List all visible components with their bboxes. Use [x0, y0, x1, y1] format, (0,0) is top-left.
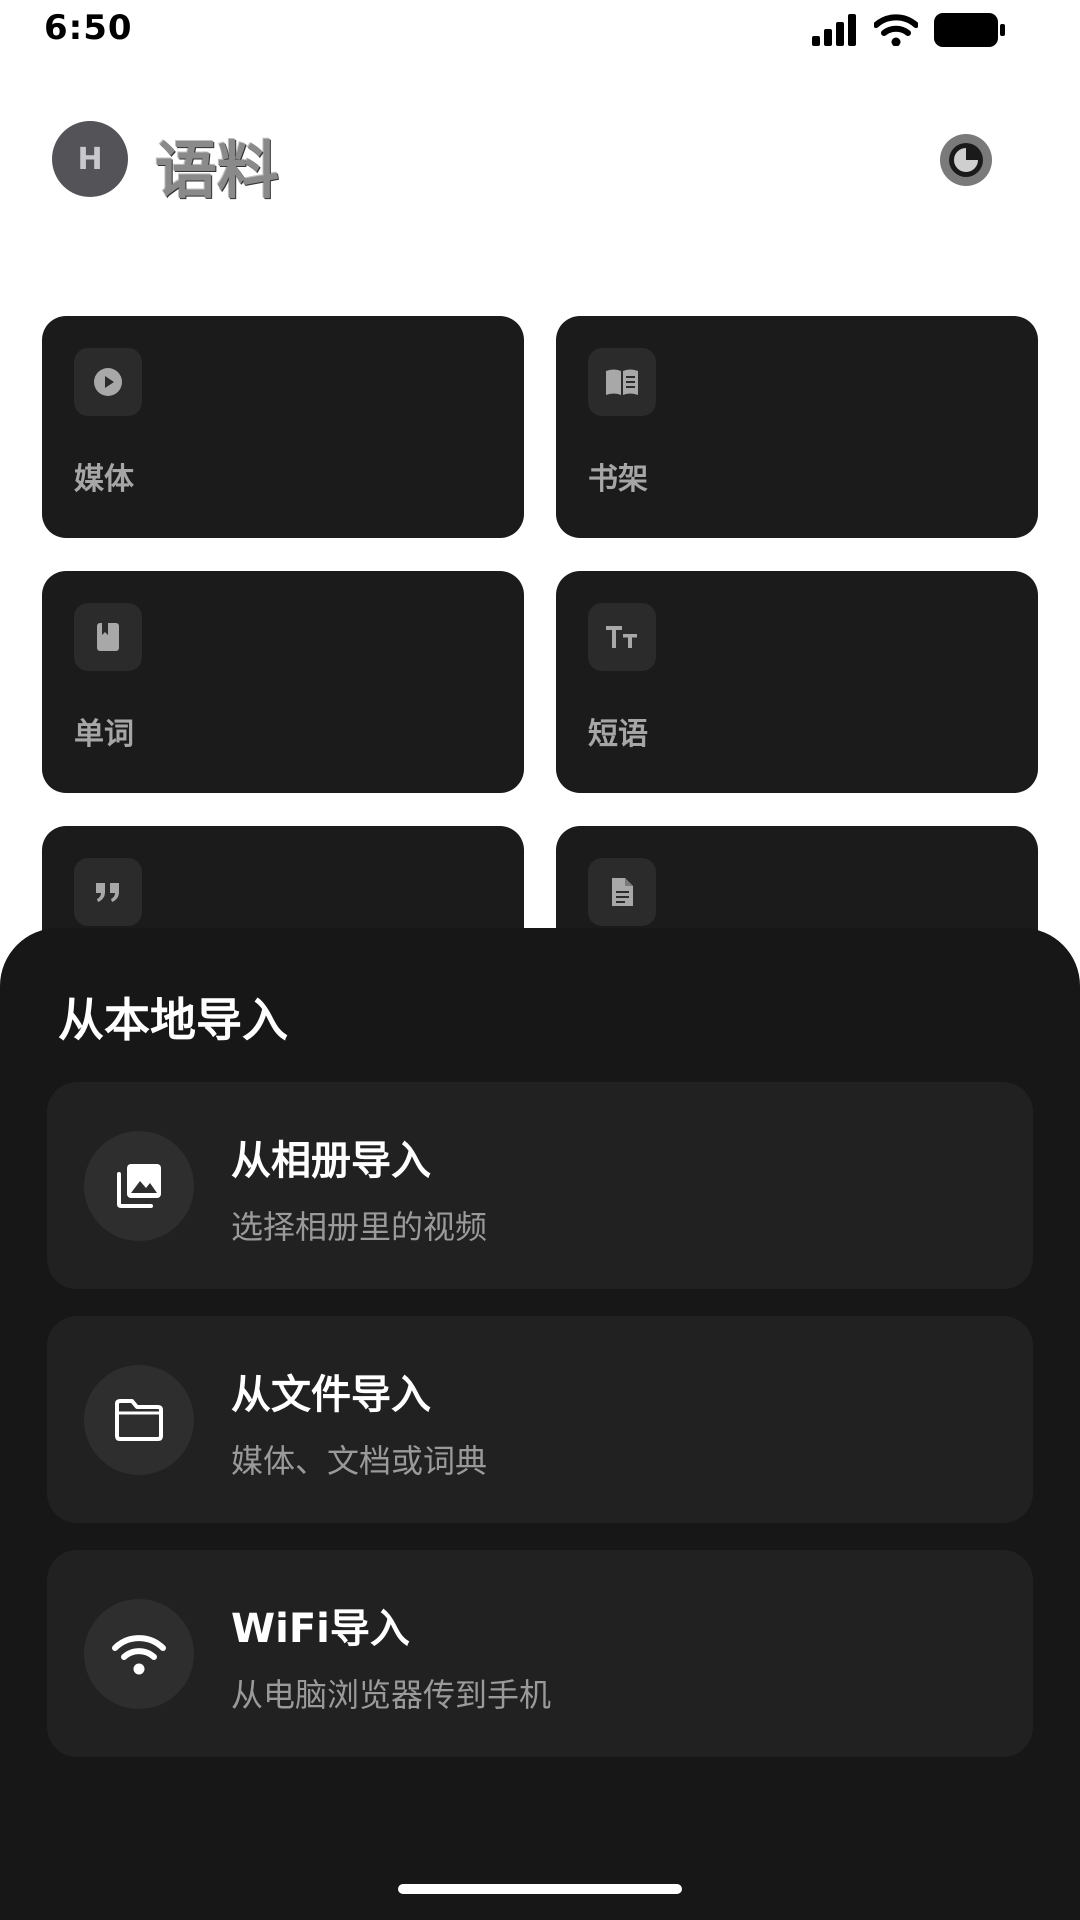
- card-label: 媒体: [74, 462, 134, 497]
- card-label: 书架: [588, 462, 648, 497]
- sheet-title: 从本地导入: [58, 993, 288, 1047]
- status-time: 6:50: [44, 8, 133, 48]
- option-title: 从相册导入: [231, 1138, 431, 1184]
- import-from-album-button[interactable]: 从相册导入 选择相册里的视频: [47, 1082, 1033, 1289]
- card-icon-box: [74, 858, 142, 926]
- option-title: 从文件导入: [231, 1372, 431, 1418]
- option-subtitle: 选择相册里的视频: [231, 1208, 488, 1246]
- status-bar: 6:50: [0, 0, 1080, 60]
- wifi-icon: [112, 1635, 166, 1675]
- card-words[interactable]: 单词: [42, 571, 524, 793]
- status-icons: [812, 12, 1006, 48]
- photo-library-icon: [117, 1164, 161, 1208]
- card-label: 单词: [74, 717, 134, 752]
- card-phrases[interactable]: 短语: [556, 571, 1038, 793]
- home-indicator: [398, 1884, 682, 1894]
- document-icon: [612, 878, 633, 906]
- avatar[interactable]: H: [52, 121, 128, 197]
- wifi-status-icon: [874, 14, 918, 46]
- bookmark-book-icon: [97, 623, 119, 651]
- screen: 6:50 H 语料 媒体 书架 单词 短语 从本地导入 从相册导入 选择相册里的…: [0, 0, 1080, 1920]
- battery-icon: [934, 13, 1005, 47]
- option-icon-circle: [84, 1365, 194, 1475]
- text-size-icon: [606, 626, 637, 648]
- theme-toggle-button[interactable]: [940, 134, 992, 186]
- import-bottom-sheet: 从本地导入 从相册导入 选择相册里的视频 从文件导入 媒体、文档或词典 WiFi…: [0, 928, 1080, 1920]
- dark-mode-icon: [949, 143, 983, 177]
- import-via-wifi-button[interactable]: WiFi导入 从电脑浏览器传到手机: [47, 1550, 1033, 1757]
- folder-icon: [115, 1399, 163, 1441]
- option-subtitle: 媒体、文档或词典: [231, 1442, 488, 1480]
- option-title: WiFi导入: [231, 1606, 410, 1652]
- card-bookshelf[interactable]: 书架: [556, 316, 1038, 538]
- page-title: 语料: [155, 134, 280, 207]
- import-from-files-button[interactable]: 从文件导入 媒体、文档或词典: [47, 1316, 1033, 1523]
- card-icon-box: [74, 348, 142, 416]
- open-book-icon: [606, 369, 638, 395]
- card-media[interactable]: 媒体: [42, 316, 524, 538]
- quote-icon: [96, 883, 119, 902]
- card-label: 短语: [588, 717, 648, 752]
- card-icon-box: [588, 348, 656, 416]
- card-icon-box: [588, 603, 656, 671]
- card-icon-box: [588, 858, 656, 926]
- card-icon-box: [74, 603, 142, 671]
- option-subtitle: 从电脑浏览器传到手机: [231, 1676, 552, 1714]
- play-circle-icon: [94, 368, 122, 396]
- option-icon-circle: [84, 1599, 194, 1709]
- cellular-signal-icon: [812, 14, 856, 46]
- avatar-initial: H: [77, 141, 103, 177]
- option-icon-circle: [84, 1131, 194, 1241]
